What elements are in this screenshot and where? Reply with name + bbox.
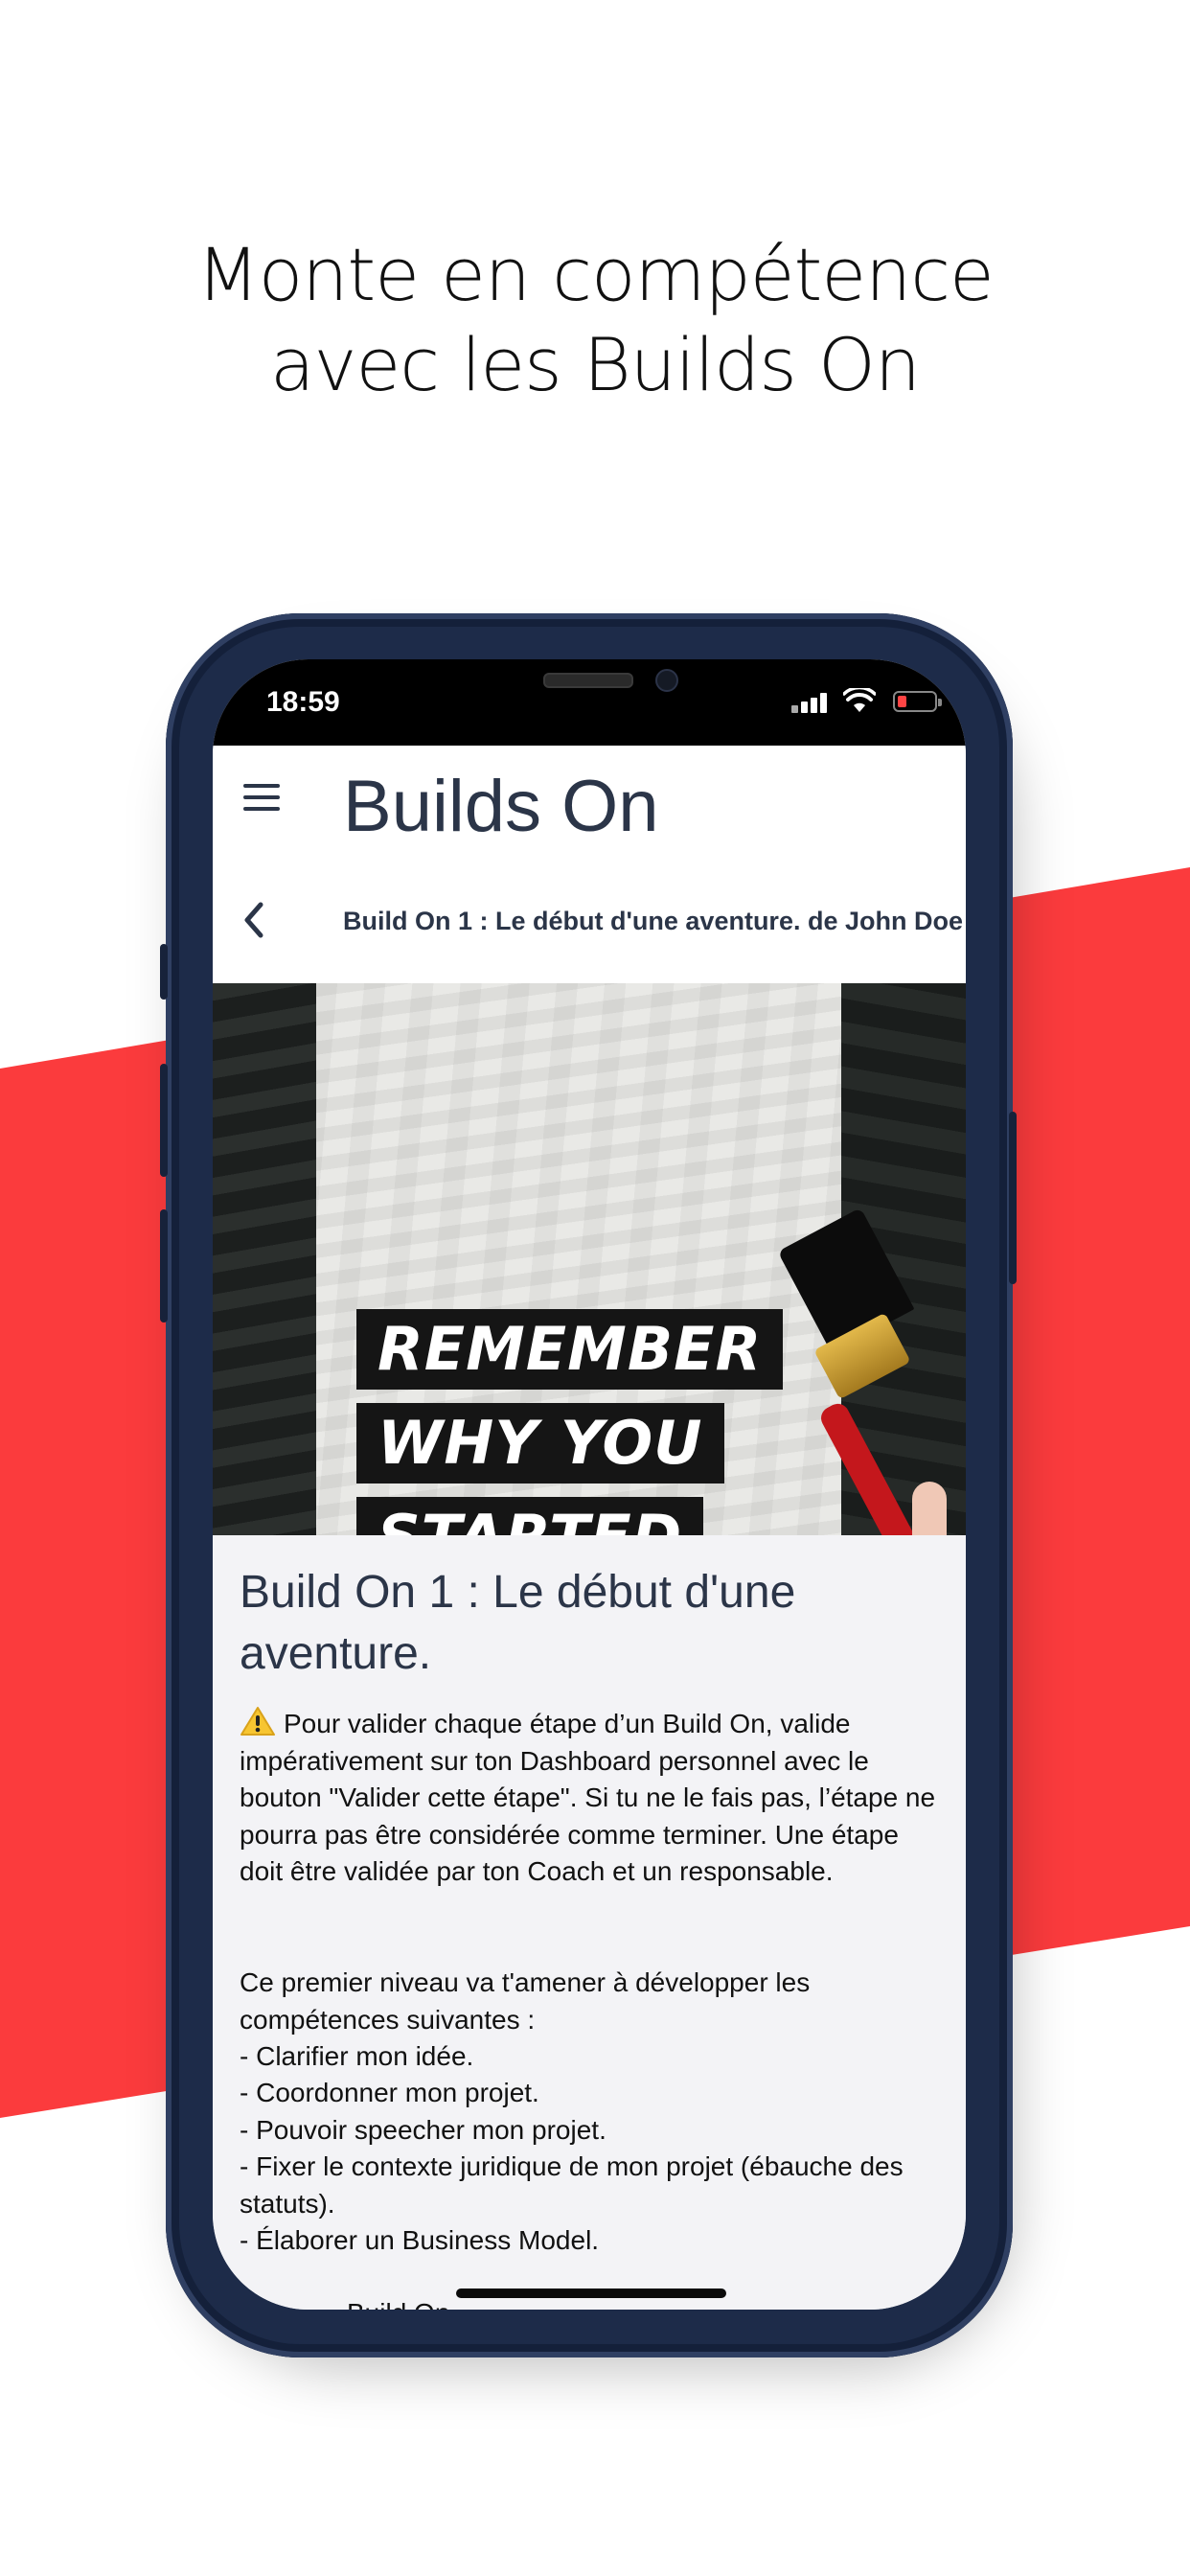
slogan-line-3: STARTED xyxy=(356,1497,704,1535)
notch xyxy=(400,659,779,717)
speaker-grille xyxy=(543,673,633,688)
status-icons xyxy=(784,688,942,715)
detail-title: Build On 1 : Le début d'une aventure. de… xyxy=(343,907,963,935)
skill-item: - Clarifier mon idée. xyxy=(240,2041,474,2071)
skill-item: - Pouvoir speecher mon projet. xyxy=(240,2115,606,2145)
skill-item: - Fixer le contexte juridique de mon pro… xyxy=(240,2151,904,2219)
home-indicator[interactable] xyxy=(456,2288,726,2298)
wifi-icon xyxy=(843,688,876,712)
marketing-headline: Monte en compétence avec les Builds On xyxy=(0,230,1190,410)
skill-item: - Coordonner mon projet. xyxy=(240,2078,539,2107)
skills-intro: Ce premier niveau va t'amener à développ… xyxy=(240,1967,811,2035)
power-button xyxy=(1009,1112,1017,1284)
front-camera xyxy=(655,669,678,692)
hamburger-menu-icon[interactable] xyxy=(243,784,280,813)
content-title: Build On 1 : Le début d'une aventure. xyxy=(240,1567,796,1679)
cutoff-text: Build On ... xyxy=(347,2298,480,2310)
phone-screen: 18:59 Builds On Build On 1: Le début d'… xyxy=(213,659,966,2310)
chevron-left-icon[interactable] xyxy=(238,899,272,941)
warning-paragraph: Pour valider chaque étape d’un Build On,… xyxy=(240,1706,949,1891)
slogan-line-1: REMEMBER xyxy=(356,1309,784,1390)
warning-icon xyxy=(240,1706,276,1736)
volume-up-button xyxy=(160,1064,168,1177)
build-on-content: Build On 1 : Le début d'une aventure. Po… xyxy=(213,1535,966,2310)
signal-icon xyxy=(791,692,830,713)
warning-text: Pour valider chaque étape d’un Build On,… xyxy=(240,1709,936,1886)
volume-down-button xyxy=(160,1209,168,1322)
hero-image: REMEMBER WHY YOU STARTED xyxy=(213,983,966,1535)
skill-item: - Élaborer un Business Model. xyxy=(240,2225,600,2255)
mute-switch xyxy=(160,944,168,1000)
slogan-line-2: WHY YOU xyxy=(356,1403,724,1484)
hand-finger xyxy=(912,1482,947,1535)
battery-low-icon xyxy=(893,691,942,712)
detail-nav-bar: Build On 1 : Le début d'une aventure. de… xyxy=(213,870,966,983)
app-title: Builds On xyxy=(343,766,659,847)
headline-line-1: Monte en compétence xyxy=(196,232,995,317)
status-bar: 18:59 xyxy=(213,659,966,746)
status-time: 18:59 xyxy=(266,686,340,718)
wall-texture-left xyxy=(213,983,316,1535)
app-header: Builds On xyxy=(213,746,966,870)
headline-line-2: avec les Builds On xyxy=(269,322,921,407)
